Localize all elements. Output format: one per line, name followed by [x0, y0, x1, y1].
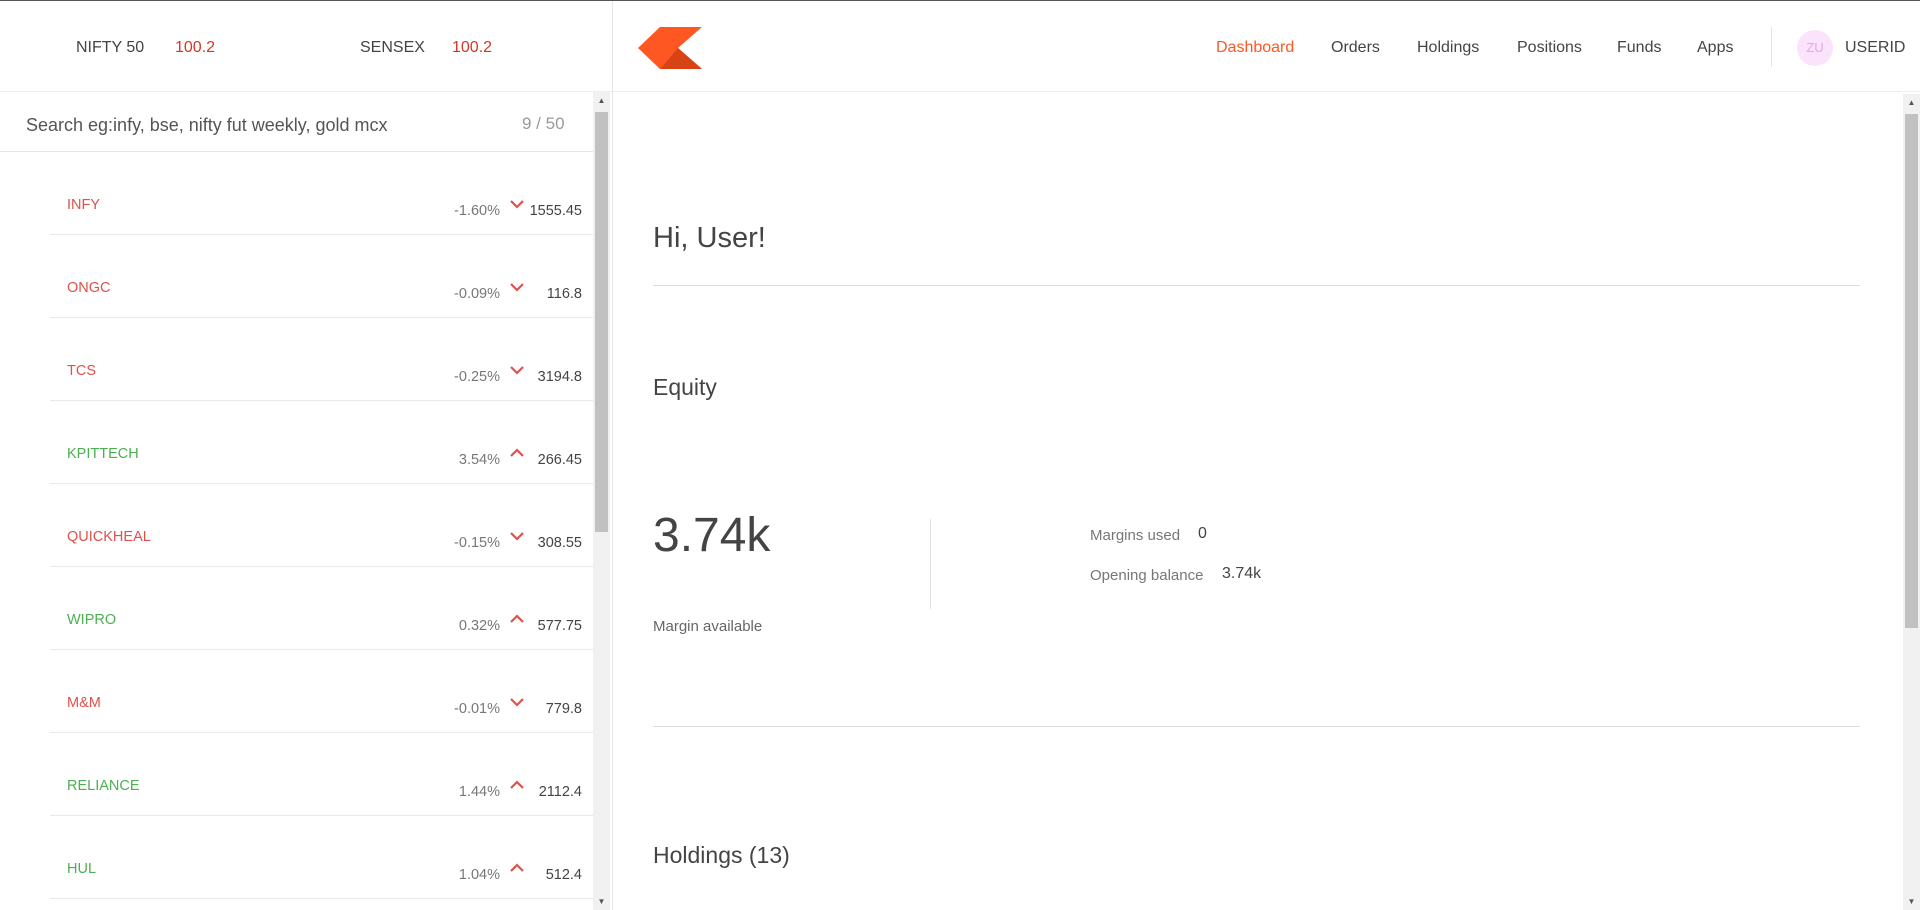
percent-change: -0.01%	[454, 701, 500, 717]
chevron-down-icon	[510, 200, 524, 209]
instrument-symbol: ONGC	[67, 280, 111, 296]
percent-change: -1.60%	[454, 203, 500, 219]
opening-balance-value: 3.74k	[1222, 565, 1262, 582]
nav-orders[interactable]: Orders	[1331, 39, 1380, 57]
nav-divider	[1771, 27, 1772, 67]
chevron-down-icon	[510, 698, 524, 707]
holdings-heading: Holdings (13)	[653, 842, 790, 868]
nav-apps[interactable]: Apps	[1697, 39, 1733, 57]
nifty-index-name[interactable]: NIFTY 50	[76, 39, 144, 57]
percent-change: 3.54%	[458, 452, 500, 468]
nav-dashboard[interactable]: Dashboard	[1216, 39, 1294, 57]
watchlist-row[interactable]: TCS -0.25% 3194.8	[50, 318, 593, 401]
last-price: 577.75	[537, 618, 582, 634]
nav-funds[interactable]: Funds	[1617, 39, 1661, 57]
chevron-down-icon	[510, 283, 524, 292]
watchlist-scrollbar[interactable]: ▲ ▼	[593, 92, 610, 910]
watchlist-count: 9 / 50	[522, 114, 565, 133]
margins-used-label: Margins used	[1090, 527, 1181, 544]
scroll-thumb[interactable]	[1905, 114, 1918, 628]
opening-balance-label: Opening balance	[1090, 567, 1204, 584]
scroll-up-arrow-icon[interactable]: ▲	[593, 92, 610, 109]
margin-available-label: Margin available	[653, 618, 763, 635]
nav-holdings[interactable]: Holdings	[1417, 39, 1479, 57]
chevron-up-icon	[510, 780, 524, 789]
last-price: 1555.45	[529, 203, 582, 219]
chevron-up-icon	[510, 863, 524, 872]
scroll-down-arrow-icon[interactable]: ▼	[1903, 893, 1920, 910]
last-price: 266.45	[537, 452, 582, 468]
equity-divider	[930, 519, 931, 609]
dashboard-main: Hi, User! Equity 3.74k Margin available …	[614, 92, 1903, 910]
last-price: 116.8	[546, 286, 582, 302]
last-price: 512.4	[545, 867, 582, 883]
last-price: 308.55	[537, 535, 582, 551]
instrument-symbol: HUL	[67, 861, 97, 877]
percent-change: -0.25%	[454, 369, 500, 385]
margins-used-value: 0	[1198, 525, 1207, 542]
last-price: 779.8	[545, 701, 582, 717]
chevron-up-icon	[510, 448, 524, 457]
scroll-up-arrow-icon[interactable]: ▲	[1903, 94, 1920, 111]
index-bar: NIFTY 50 100.2 SENSEX 100.2	[0, 1, 613, 92]
percent-change: 1.44%	[458, 784, 500, 800]
percent-change: -0.15%	[454, 535, 500, 551]
watchlist-row[interactable]: HUL 1.04% 512.4	[50, 816, 593, 899]
chevron-up-icon	[510, 614, 524, 623]
nifty-index-value: 100.2	[175, 39, 216, 56]
percent-change: 1.04%	[458, 867, 500, 883]
margin-available-value: 3.74k	[653, 509, 771, 562]
marketwatch-panel: 9 / 50 INFY -1.60% 1555.45 ONGC -0.09% 116.8 T…	[0, 92, 613, 910]
divider	[653, 726, 1860, 727]
divider	[653, 285, 1860, 286]
percent-change: -0.09%	[454, 286, 500, 302]
last-price: 3194.8	[537, 369, 582, 385]
instrument-symbol: RELIANCE	[67, 778, 140, 794]
greeting-heading: Hi, User!	[653, 222, 766, 254]
watchlist-row[interactable]: INFY -1.60% 1555.45	[50, 152, 593, 235]
user-id[interactable]: USERID	[1845, 39, 1905, 57]
instrument-symbol: INFY	[67, 197, 101, 213]
last-price: 2112.4	[538, 784, 582, 800]
user-avatar[interactable]: ZU	[1797, 30, 1833, 66]
instrument-symbol: M&M	[67, 695, 101, 711]
chevron-down-icon	[510, 366, 524, 375]
instrument-symbol: KPITTECH	[67, 446, 139, 462]
nav-positions[interactable]: Positions	[1517, 39, 1582, 57]
kite-logo[interactable]	[638, 27, 702, 69]
main-nav: Dashboard Orders Holdings Positions Fund…	[1200, 39, 1760, 63]
sensex-index-value: 100.2	[452, 39, 493, 56]
instrument-search-input[interactable]	[24, 110, 498, 140]
equity-heading: Equity	[653, 374, 717, 400]
top-header: NIFTY 50 100.2 SENSEX 100.2 Dashboard Or…	[0, 0, 1920, 92]
watchlist-row[interactable]: QUICKHEAL -0.15% 308.55	[50, 484, 593, 567]
search-box: 9 / 50	[0, 92, 593, 152]
instrument-symbol: TCS	[67, 363, 96, 379]
watchlist-row[interactable]: KPITTECH 3.54% 266.45	[50, 401, 593, 484]
watchlist-row[interactable]: M&M -0.01% 779.8	[50, 650, 593, 733]
watchlist: INFY -1.60% 1555.45 ONGC -0.09% 116.8 TCS -0.25…	[50, 152, 593, 899]
main-scrollbar[interactable]: ▲ ▼	[1903, 94, 1920, 910]
instrument-symbol: QUICKHEAL	[67, 529, 151, 545]
percent-change: 0.32%	[458, 618, 500, 634]
scroll-down-arrow-icon[interactable]: ▼	[593, 893, 610, 910]
chevron-down-icon	[510, 532, 524, 541]
scroll-thumb[interactable]	[595, 112, 608, 532]
sensex-index-name[interactable]: SENSEX	[360, 39, 425, 57]
instrument-symbol: WIPRO	[67, 612, 117, 628]
watchlist-row[interactable]: ONGC -0.09% 116.8	[50, 235, 593, 318]
watchlist-row[interactable]: WIPRO 0.32% 577.75	[50, 567, 593, 650]
watchlist-row[interactable]: RELIANCE 1.44% 2112.4	[50, 733, 593, 816]
